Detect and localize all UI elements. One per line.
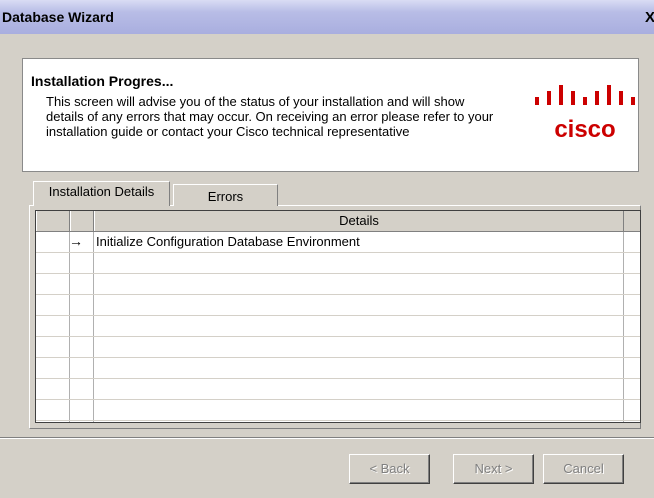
column-header-blank-2[interactable] xyxy=(70,211,94,231)
page-title: Installation Progres... xyxy=(31,73,174,89)
grid-header: Details xyxy=(36,211,640,232)
next-button[interactable]: Next > xyxy=(453,454,534,484)
details-grid[interactable]: Details → Initialize Configuration Datab… xyxy=(35,210,641,423)
window-title: Database Wizard xyxy=(2,9,114,25)
divider xyxy=(0,437,654,439)
cancel-button[interactable]: Cancel xyxy=(543,454,624,484)
table-row xyxy=(36,295,640,316)
table-row xyxy=(36,274,640,295)
table-row[interactable]: → Initialize Configuration Database Envi… xyxy=(36,232,640,253)
page-description: This screen will advise you of the statu… xyxy=(46,94,494,139)
title-bar[interactable]: Database Wizard X xyxy=(0,0,654,34)
column-header-details[interactable]: Details xyxy=(94,211,624,231)
table-row xyxy=(36,337,640,358)
table-row xyxy=(36,253,640,274)
tab-installation-details[interactable]: Installation Details xyxy=(33,181,170,206)
tab-errors[interactable]: Errors xyxy=(173,184,278,206)
table-row xyxy=(36,358,640,379)
logo-text: cisco xyxy=(554,116,615,143)
row-details: Initialize Configuration Database Enviro… xyxy=(96,234,360,249)
cisco-logo-icon: cisco xyxy=(513,83,638,143)
table-row xyxy=(36,379,640,400)
arrow-right-icon: → xyxy=(69,233,83,249)
back-button[interactable]: < Back xyxy=(349,454,430,484)
column-header-blank-1[interactable] xyxy=(36,211,70,231)
table-row xyxy=(36,400,640,421)
table-row xyxy=(36,316,640,337)
close-icon[interactable]: X xyxy=(642,10,654,26)
header-panel: Installation Progres... This screen will… xyxy=(22,58,639,172)
